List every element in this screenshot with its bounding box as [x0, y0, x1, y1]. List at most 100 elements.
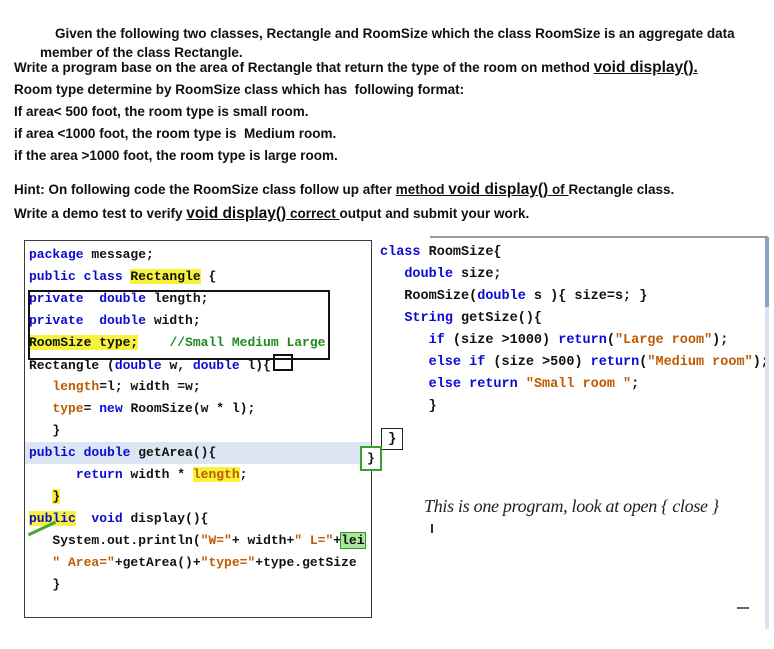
code-token: double	[99, 313, 147, 328]
code-token: class	[380, 245, 421, 260]
intro-text: Given the following two classes, Rectang…	[40, 26, 739, 60]
code-line: }	[29, 486, 371, 508]
code-token: {	[200, 269, 217, 284]
code-token: " L="	[294, 533, 334, 548]
hint-text: Rectangle class.	[568, 182, 675, 197]
code-token: Rectangle (	[29, 358, 115, 373]
code-token: message;	[83, 247, 154, 262]
code-line: }	[380, 396, 770, 418]
code-token: type	[52, 401, 84, 416]
task-line-4: if area <1000 foot, the room type is Med…	[14, 126, 337, 141]
code-line: System.out.println("W="+ width+" L="+lei	[29, 530, 371, 552]
code-line: RoomSize type; //Small Medium Large	[29, 332, 371, 354]
code-token: else	[428, 355, 462, 370]
rectangle-code-panel: package message; public class Rectangle {…	[24, 240, 372, 618]
code-token: ;	[239, 467, 248, 482]
code-token: size;	[452, 267, 502, 282]
code-token: double	[404, 267, 453, 282]
code-token: RoomSize type;	[29, 335, 139, 350]
code-line: public void display(){	[29, 508, 371, 530]
code-line: length=l; width =w;	[29, 376, 371, 398]
code-token: getSize(){	[452, 311, 543, 326]
scrollbar-thumb[interactable]	[765, 237, 769, 307]
green-boxed-brace: }	[360, 446, 382, 471]
code-token: "Large room"	[614, 333, 713, 348]
code-token: }	[52, 489, 61, 504]
task-instructions: Write a program base on the area of Rect…	[14, 58, 762, 168]
hint-underline: method	[395, 182, 449, 197]
hint-text: output and submit your work.	[339, 206, 530, 221]
hint-underlined-method: void display()	[448, 181, 549, 198]
code-token: }	[29, 577, 61, 592]
code-token: if	[469, 355, 486, 370]
code-line: }	[29, 574, 371, 596]
code-token: RoomSize(	[380, 289, 478, 304]
code-token: + width+	[231, 533, 295, 548]
code-token: getArea(){	[130, 445, 217, 460]
code-token: (	[606, 333, 615, 348]
code-token: RoomSize(w * l);	[122, 401, 256, 416]
code-token: if	[428, 333, 445, 348]
code-token: +	[333, 533, 342, 548]
code-line: public class Rectangle {	[29, 266, 371, 288]
code-token: double	[192, 358, 240, 373]
code-token: package	[29, 247, 84, 262]
code-line: private double width;	[29, 310, 371, 332]
code-token: return	[558, 333, 607, 348]
top-divider-line	[430, 236, 768, 238]
code-token: private	[29, 313, 84, 328]
hint-text: Write a demo test to verify	[14, 206, 187, 221]
pen-tick-mark	[431, 524, 433, 533]
code-line: private double length;	[29, 288, 371, 310]
code-token: width;	[146, 313, 201, 328]
task-line-5: if the area >1000 foot, the room type is…	[14, 148, 338, 163]
code-token: double	[99, 291, 147, 306]
code-token: Rectangle	[130, 269, 201, 284]
hint-line-1: Hint: On following code the RoomSize cla…	[14, 180, 762, 199]
code-token: void	[91, 511, 123, 526]
code-token: else	[428, 377, 462, 392]
code-token: "W="	[200, 533, 232, 548]
hint-underline: of	[548, 182, 569, 197]
code-token: length	[52, 379, 100, 394]
scroll-corner-mark	[737, 607, 749, 609]
task-line-3: If area< 500 foot, the room type is smal…	[14, 104, 309, 119]
hint-underline: correct	[286, 206, 340, 221]
code-token: length;	[146, 291, 209, 306]
hint-text: Hint: On following code the RoomSize cla…	[14, 182, 396, 197]
code-token: (size >500)	[485, 355, 591, 370]
code-token: double	[477, 289, 526, 304]
code-line: else return "Small room ";	[380, 374, 770, 396]
code-token: );	[712, 333, 729, 348]
page: Given the following two classes, Rectang…	[0, 0, 774, 649]
code-token: public class	[29, 269, 131, 284]
code-token: {	[263, 358, 271, 373]
code-token: l)	[239, 358, 264, 373]
code-token: "Medium room"	[647, 355, 753, 370]
hint-section: Hint: On following code the RoomSize cla…	[14, 180, 762, 228]
code-token: s ){ size=s; }	[525, 289, 648, 304]
roomsize-code-panel: class RoomSize{ double size; RoomSize(do…	[380, 242, 770, 420]
code-token: System.out.println(	[52, 533, 201, 548]
task-text: Write a program base on the area of Rect…	[14, 60, 594, 75]
code-line: " Area="+getArea()+"type="+type.getSize	[29, 552, 371, 574]
code-token: double	[83, 445, 131, 460]
code-line: class RoomSize{	[380, 242, 770, 264]
code-token: return	[75, 467, 123, 482]
code-token: +type.getSize	[255, 555, 357, 570]
code-token: =l; width =w;	[99, 379, 201, 394]
task-line-1: Write a program base on the area of Rect…	[14, 58, 762, 77]
code-token: private	[29, 291, 84, 306]
